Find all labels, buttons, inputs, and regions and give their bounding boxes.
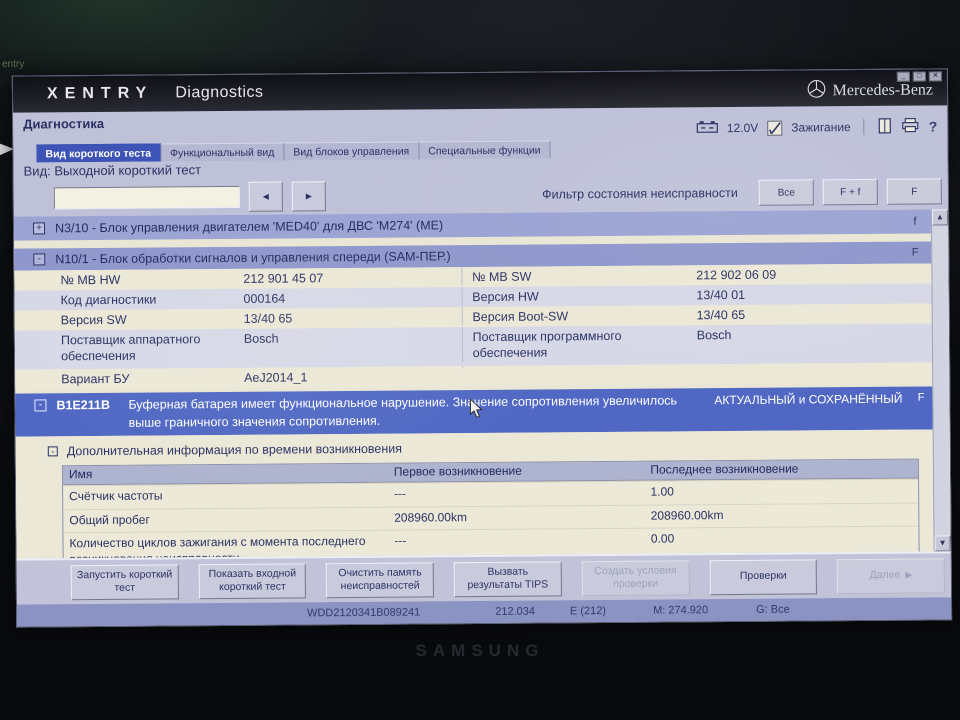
ignition-checkbox[interactable] xyxy=(767,120,783,136)
header-separator xyxy=(863,118,865,135)
mercedes-star-icon xyxy=(807,79,826,103)
printer-icon[interactable] xyxy=(902,118,920,136)
detail-label: Версия HW xyxy=(461,285,697,306)
tips-results-button[interactable]: Вызвать результаты TIPS xyxy=(453,560,562,597)
brand-logo-area: Mercedes-Benz xyxy=(807,78,934,103)
column-header: Последнее возникновение xyxy=(650,461,799,477)
document-icon[interactable] xyxy=(878,117,893,136)
vin-value: WDD2120341B089241 xyxy=(307,606,421,620)
detail-value: 13/40 01 xyxy=(696,287,746,303)
continue-button: Далее ▶ xyxy=(836,557,945,594)
tab-short-test-view[interactable]: Вид короткого теста xyxy=(36,143,162,163)
page-title: Диагностика xyxy=(23,115,105,132)
fault-code: B1E211B xyxy=(56,397,111,413)
fault-flag: f xyxy=(913,215,917,228)
module-label: N3/10 - Блок управления двигателем 'MED4… xyxy=(54,218,444,236)
filter-f-button[interactable]: F xyxy=(886,178,942,205)
gearbox-filter: G: Все xyxy=(756,603,790,616)
brand-name: Mercedes-Benz xyxy=(832,81,934,100)
cell-last: 1.00 xyxy=(650,484,674,499)
detail-value: Bosch xyxy=(243,331,279,346)
cell-first: --- xyxy=(393,486,407,501)
battery-voltage: 12.0V xyxy=(726,120,759,136)
expand-icon[interactable]: + xyxy=(33,222,46,235)
detail-label: № MB SW xyxy=(461,265,697,286)
scroll-up-icon[interactable]: ▲ xyxy=(931,209,949,226)
detail-label: № MB HW xyxy=(60,272,121,288)
filter-all-button[interactable]: Все xyxy=(758,179,814,206)
battery-icon xyxy=(696,120,718,136)
vertical-scrollbar[interactable]: ▲ ▼ xyxy=(930,209,951,552)
filter-f-plus-f-button[interactable]: F + f xyxy=(822,178,878,206)
collapse-icon[interactable]: - xyxy=(47,446,58,457)
detail-label: Поставщик аппаратного обеспечения xyxy=(60,332,201,364)
detail-label: Поставщик программного обеспечения xyxy=(461,325,697,362)
laptop-brand-logo: SAMSUNG xyxy=(415,641,545,660)
prev-button[interactable]: ◄ xyxy=(248,181,283,212)
ecu-details-table: № MB HW 212 901 45 07 № MB SW 212 902 06… xyxy=(14,263,933,390)
detail-value: 212 902 06 09 xyxy=(696,267,777,283)
start-quick-test-button[interactable]: Запустить короткий тест xyxy=(70,563,179,600)
detail-value: 13/40 65 xyxy=(696,307,746,323)
fault-flag: F xyxy=(917,391,925,404)
xentry-window: XENTRY Diagnostics _ □ ✕ Mercedes-Benz Д… xyxy=(11,68,953,628)
tab-functional-view[interactable]: Функциональный вид xyxy=(161,142,285,162)
detail-label: Версия SW xyxy=(60,312,127,328)
additional-info-title: Дополнительная информация по времени воз… xyxy=(66,441,403,459)
column-header: Имя xyxy=(68,467,93,482)
detail-label xyxy=(461,364,697,369)
next-button[interactable]: ► xyxy=(291,181,326,212)
footer-button-bar: Запустить короткий тест Показать входной… xyxy=(16,551,951,605)
cell-last: 208960.00km xyxy=(650,507,724,523)
collapse-icon[interactable]: - xyxy=(33,253,46,266)
module-name: Diagnostics xyxy=(175,83,264,102)
continue-arrow-icon: ▶ xyxy=(905,570,913,581)
mouse-cursor xyxy=(469,398,483,424)
show-input-quick-test-button[interactable]: Показать входной короткий тест xyxy=(198,562,307,599)
search-input[interactable] xyxy=(53,185,240,210)
clear-fault-memory-button[interactable]: Очистить память неисправностей xyxy=(326,561,435,598)
collapse-icon[interactable]: - xyxy=(34,399,47,412)
results-area: + N3/10 - Блок управления двигателем 'ME… xyxy=(13,209,951,573)
fault-flag: F xyxy=(911,246,919,259)
detail-label: Вариант БУ xyxy=(61,371,130,387)
detail-value: AeJ2014_1 xyxy=(244,370,308,385)
detail-value: 000164 xyxy=(243,291,286,306)
tests-button[interactable]: Проверки xyxy=(709,558,818,595)
cell-name: Общий пробег xyxy=(69,512,150,527)
detail-label: Версия Boot-SW xyxy=(461,305,697,326)
additional-info-section: - Дополнительная информация по времени в… xyxy=(15,429,934,573)
scroll-down-icon[interactable]: ▼ xyxy=(934,535,951,552)
background-window-fragment: entry xyxy=(2,59,25,70)
column-header: Первое возникновение xyxy=(393,463,522,479)
detail-value xyxy=(697,362,932,366)
tab-control-units-view[interactable]: Вид блоков управления xyxy=(284,141,420,161)
next-arrow-icon: ► xyxy=(303,190,314,202)
help-icon[interactable]: ? xyxy=(929,118,938,134)
cell-first: 208960.00km xyxy=(394,509,468,525)
detail-value: Bosch xyxy=(696,328,732,343)
cell-name: Счётчик частоты xyxy=(69,488,163,504)
tab-special-functions[interactable]: Специальные функции xyxy=(419,140,551,160)
fault-message: Буферная батарея имеет функциональное на… xyxy=(128,393,678,430)
detail-value: 212 901 45 07 xyxy=(243,271,324,286)
ignition-label: Зажигание xyxy=(791,120,851,135)
model-code: 212.034 xyxy=(495,605,536,618)
create-test-conditions-button: Создать условия проверки xyxy=(581,559,690,596)
app-name: XENTRY xyxy=(46,84,154,103)
module-label: N10/1 - Блок обработки сигналов и управл… xyxy=(55,249,451,267)
detail-label: Код диагностики xyxy=(60,292,157,308)
continue-label: Далее xyxy=(869,569,901,582)
engine-code: M: 274.920 xyxy=(653,604,709,617)
title-bar: XENTRY Diagnostics _ □ ✕ Mercedes-Benz xyxy=(12,69,948,113)
series-code: E (212) xyxy=(569,605,607,618)
detail-value: 13/40 65 xyxy=(243,311,293,326)
fault-filter-label: Фильтр состояния неисправности xyxy=(542,185,738,202)
fault-status-badge: АКТУАЛЬНЫЙ и СОХРАНЁННЫЙ xyxy=(714,391,903,408)
prev-arrow-icon: ◄ xyxy=(260,191,271,203)
